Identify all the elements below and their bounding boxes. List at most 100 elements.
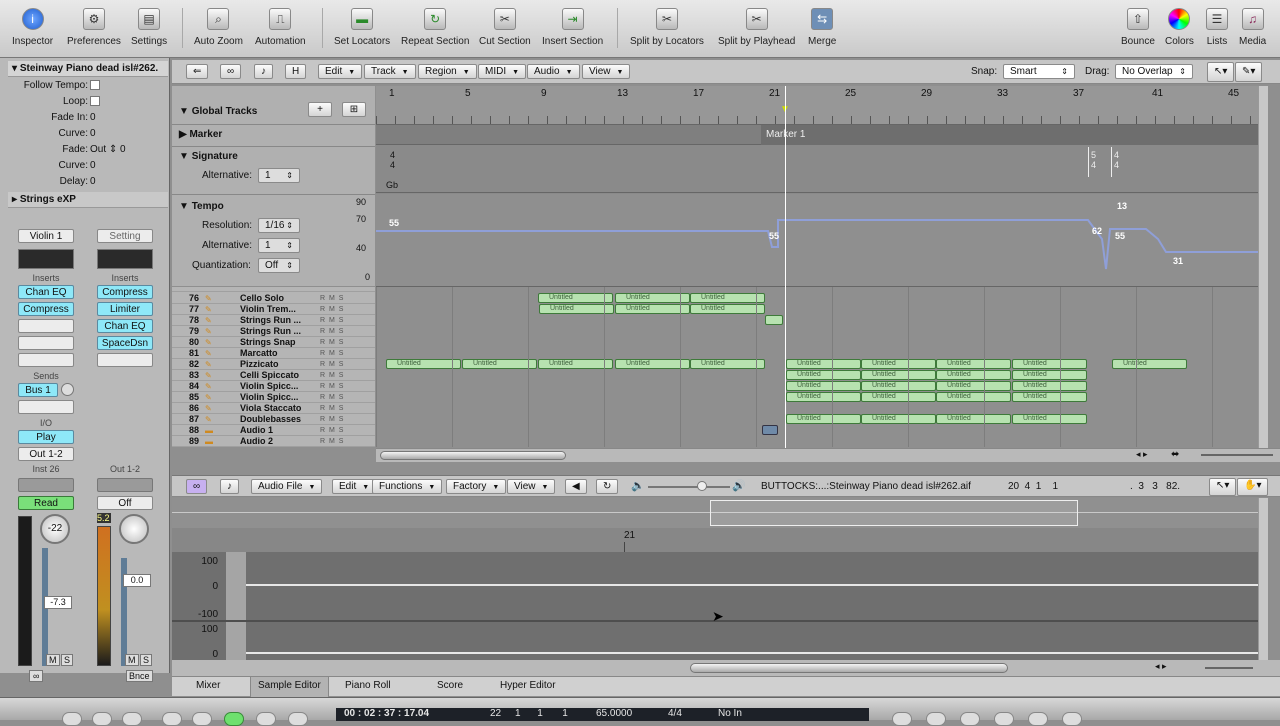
menu-audio[interactable]: Audio ▼ bbox=[527, 64, 580, 79]
strip2-mute-button[interactable]: M bbox=[125, 654, 139, 666]
signature-track-toggle[interactable]: ▼ Signature bbox=[179, 151, 238, 162]
midi-region[interactable]: Untitled bbox=[786, 381, 861, 391]
transport-button-icon[interactable] bbox=[62, 712, 82, 726]
track-mute-solo-icon[interactable]: R M S bbox=[320, 348, 344, 359]
track-row[interactable]: 81 ✎ Marcatto R M S bbox=[172, 348, 375, 359]
bar-position[interactable]: 22 1 1 1 bbox=[490, 708, 568, 719]
track-mute-solo-icon[interactable]: R M S bbox=[320, 381, 344, 392]
marker-track-toggle[interactable]: ▶ Marker bbox=[179, 129, 222, 140]
midi-region[interactable]: Untitled bbox=[786, 370, 861, 380]
link-icon[interactable]: ∞ bbox=[29, 670, 44, 682]
se-menu-edit[interactable]: Edit ▼ bbox=[332, 479, 377, 494]
prelisten-volume-slider[interactable] bbox=[648, 486, 730, 488]
arrange-horizontal-scrollbar[interactable]: ◂ ▸ ⬌ bbox=[376, 448, 1280, 462]
track-mute-solo-icon[interactable]: R M S bbox=[320, 293, 344, 304]
tempo-alternative-select[interactable]: 1 ⇕ bbox=[258, 238, 300, 253]
prelisten-button[interactable]: ◀ bbox=[565, 479, 587, 494]
follow-tempo-checkbox[interactable] bbox=[90, 80, 100, 91]
midi-region[interactable]: Untitled bbox=[690, 304, 765, 314]
media-button[interactable]: ♫ Media bbox=[1239, 8, 1266, 47]
strip2-insert-4[interactable]: SpaceDsn bbox=[97, 336, 153, 350]
midi-region[interactable]: Untitled bbox=[936, 381, 1011, 391]
midi-region[interactable]: Untitled bbox=[462, 359, 537, 369]
pointer-tool-icon[interactable]: ↖▾ bbox=[1207, 62, 1235, 82]
strip2-insert-2[interactable]: Limiter bbox=[97, 302, 153, 316]
menu-functions[interactable]: Functions ▼ bbox=[372, 479, 443, 494]
menu-midi[interactable]: MIDI ▼ bbox=[478, 64, 527, 79]
hide-button[interactable]: H bbox=[285, 64, 307, 79]
time-signature-display[interactable]: 4/4 bbox=[668, 708, 682, 719]
transport-button-icon[interactable] bbox=[892, 712, 912, 726]
strip1-input[interactable]: Play bbox=[18, 430, 74, 444]
track-mute-solo-icon[interactable]: R M S bbox=[320, 436, 344, 447]
arrange-scroll-thumb[interactable] bbox=[380, 451, 566, 460]
inspector-button[interactable]: i Inspector bbox=[12, 8, 53, 47]
signature-lane[interactable] bbox=[376, 145, 1258, 193]
menu-edit[interactable]: Edit ▼ bbox=[318, 64, 363, 79]
strip1-volume-value[interactable]: -7.3 bbox=[44, 596, 72, 609]
track-row[interactable]: 82 ✎ Pizzicato R M S bbox=[172, 359, 375, 370]
track-row[interactable]: 83 ✎ Celli Spiccato R M S bbox=[172, 370, 375, 381]
strip1-send-bus[interactable]: Bus 1 bbox=[18, 383, 58, 397]
tracks-area[interactable]: Untitled Untitled Untitled Untitled Untitled… bbox=[376, 287, 1258, 447]
tab-piano-roll[interactable]: Piano Roll bbox=[345, 680, 391, 691]
sample-overview[interactable] bbox=[172, 498, 1258, 528]
strip1-pan-knob[interactable]: -22 bbox=[40, 514, 70, 544]
preferences-button[interactable]: ⚙ Preferences bbox=[67, 8, 121, 47]
midi-region[interactable]: Untitled bbox=[936, 392, 1011, 402]
midi-out-button[interactable]: ♪ bbox=[254, 64, 273, 79]
midi-region[interactable]: Untitled bbox=[690, 359, 765, 369]
track-mute-solo-icon[interactable]: R M S bbox=[320, 414, 344, 425]
automation-button[interactable]: ⎍ Automation bbox=[255, 8, 306, 47]
transport-button-icon[interactable] bbox=[288, 712, 308, 726]
merge-button[interactable]: ⇆ Merge bbox=[808, 8, 836, 47]
global-tracks-toggle[interactable]: ▼ Global Tracks bbox=[179, 106, 257, 117]
track-row[interactable]: 88 ▬ Audio 1 R M S bbox=[172, 425, 375, 436]
midi-region[interactable]: Untitled bbox=[861, 381, 936, 391]
strip1-mute-button[interactable]: M bbox=[46, 654, 60, 666]
transport-button-icon[interactable] bbox=[960, 712, 980, 726]
signature-alternative-select[interactable]: 1 ⇕ bbox=[258, 168, 300, 183]
add-global-track-button[interactable]: + bbox=[308, 102, 332, 117]
set-locators-button[interactable]: ▬ Set Locators bbox=[334, 8, 390, 47]
track-mute-solo-icon[interactable]: R M S bbox=[320, 315, 344, 326]
prelisten-volume-thumb[interactable] bbox=[697, 481, 707, 491]
strip1-insert-slot[interactable] bbox=[18, 319, 74, 333]
strip1-solo-button[interactable]: S bbox=[61, 654, 74, 666]
track-row[interactable]: 76 ✎ Cello Solo R M S bbox=[172, 293, 375, 304]
strip1-insert-2[interactable]: Compress bbox=[18, 302, 74, 316]
track-row[interactable]: 89 ▬ Audio 2 R M S bbox=[172, 436, 375, 447]
strip2-pan-knob[interactable] bbox=[119, 514, 149, 544]
delay-value[interactable]: 0 bbox=[90, 174, 96, 189]
track-row[interactable]: 85 ✎ Violin Spicc... R M S bbox=[172, 392, 375, 403]
quantization-select[interactable]: Off ⇕ bbox=[258, 258, 300, 273]
fade-value[interactable]: Out ⇕ 0 bbox=[90, 142, 126, 157]
global-track-options-button[interactable]: ⊞ bbox=[342, 102, 366, 117]
curve-value[interactable]: 0 bbox=[90, 126, 96, 141]
strip2-volume-value[interactable]: 0.0 bbox=[123, 574, 151, 587]
menu-region[interactable]: Region ▼ bbox=[418, 64, 477, 79]
midi-region[interactable]: Untitled bbox=[690, 293, 765, 303]
tempo-lane[interactable]: 55 55 13 62 55 31 bbox=[376, 194, 1258, 287]
menu-factory[interactable]: Factory ▼ bbox=[446, 479, 507, 494]
tab-mixer[interactable]: Mixer bbox=[196, 680, 220, 691]
midi-region[interactable]: Untitled bbox=[861, 392, 936, 402]
midi-region[interactable]: Untitled bbox=[861, 359, 936, 369]
midi-region[interactable]: Untitled bbox=[936, 414, 1011, 424]
tempo-display[interactable]: 65.0000 bbox=[596, 708, 632, 719]
strip1-automation-mode[interactable]: Read bbox=[18, 496, 74, 510]
signature-5-4[interactable]: 54 bbox=[1091, 150, 1096, 170]
transport-button-icon[interactable] bbox=[1028, 712, 1048, 726]
settings-button[interactable]: ▤ Settings bbox=[131, 8, 167, 47]
track-mute-solo-icon[interactable]: R M S bbox=[320, 337, 344, 348]
midi-region[interactable]: Untitled bbox=[615, 359, 690, 369]
midi-region[interactable]: Untitled bbox=[1012, 392, 1087, 402]
transport-button-icon[interactable] bbox=[122, 712, 142, 726]
track-row[interactable]: 84 ✎ Violin Spicc... R M S bbox=[172, 381, 375, 392]
arrange-vertical-scrollbar[interactable] bbox=[1258, 86, 1268, 448]
send-level-knob[interactable] bbox=[61, 383, 74, 396]
link-button[interactable]: ∞ bbox=[220, 64, 242, 79]
overview-visible-range[interactable] bbox=[710, 500, 1078, 526]
se-zoom-slider[interactable] bbox=[1205, 667, 1253, 669]
zoom-waveform-icon[interactable]: ⬌ bbox=[1171, 449, 1179, 460]
